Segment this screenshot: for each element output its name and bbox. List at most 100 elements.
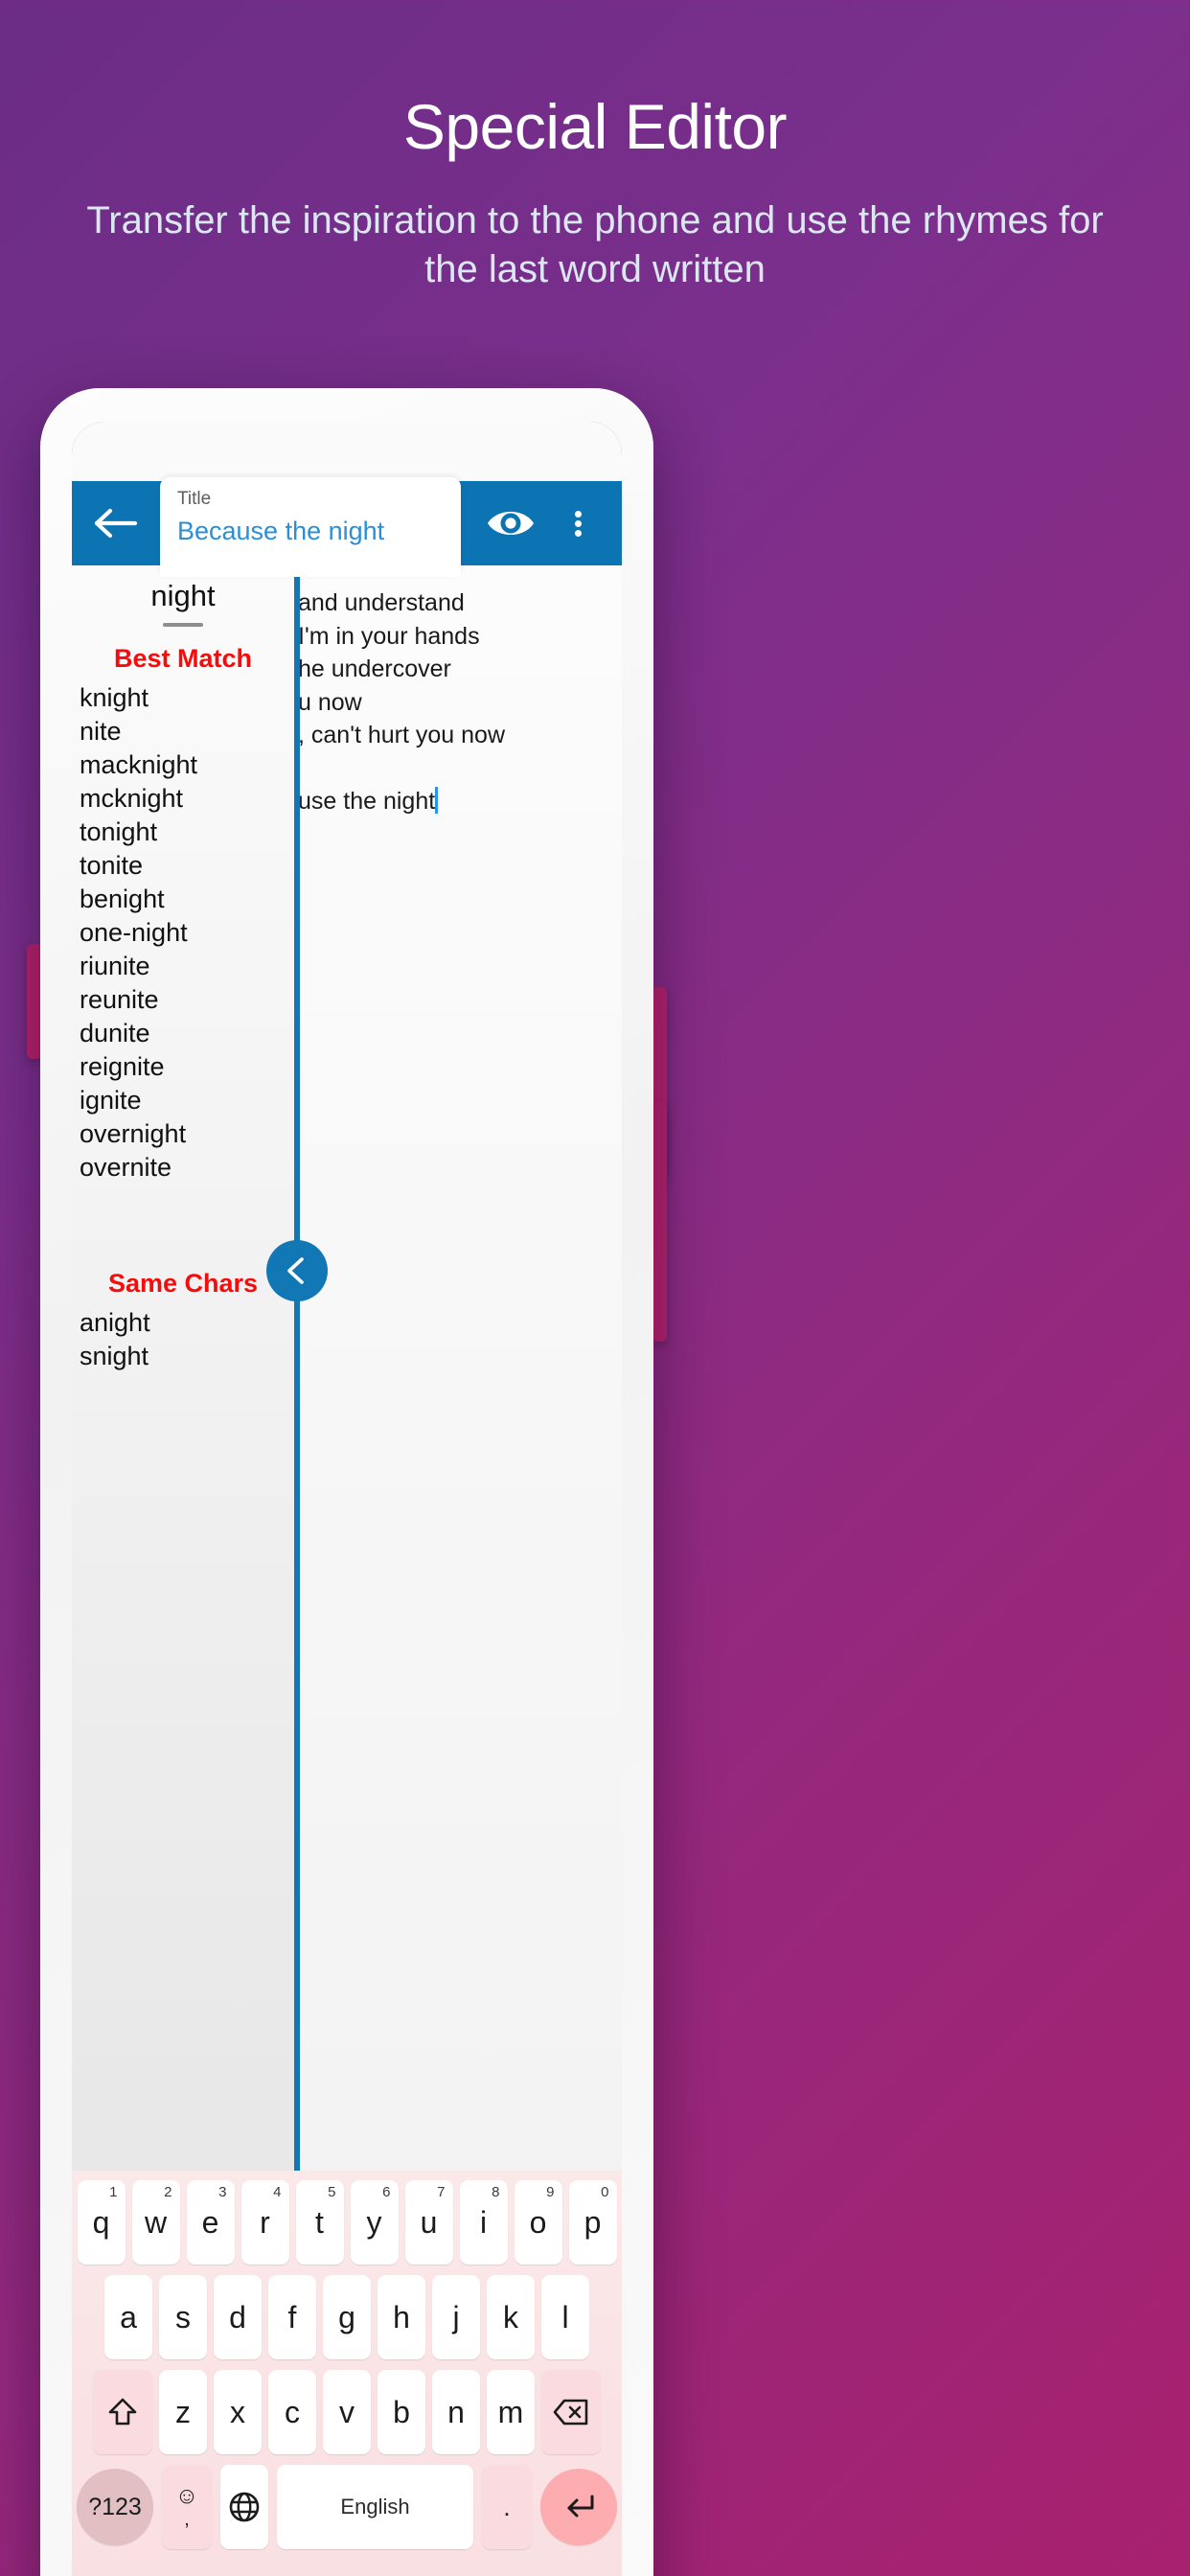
key-d[interactable]: d — [214, 2275, 262, 2359]
key-superscript: 6 — [382, 2184, 391, 2200]
rhyme-list-item[interactable]: mcknight — [72, 782, 294, 816]
key-j[interactable]: j — [432, 2275, 480, 2359]
rhyme-section-heading: Same Chars — [107, 1269, 259, 1298]
app-bar-row: Title Because the night — [72, 477, 622, 577]
period-key[interactable]: . — [482, 2465, 532, 2549]
comma-label: , — [184, 2509, 190, 2530]
key-superscript: 1 — [109, 2184, 118, 2200]
key-z[interactable]: z — [159, 2370, 207, 2454]
overflow-menu-button[interactable] — [547, 493, 608, 554]
language-switch-key[interactable] — [220, 2465, 268, 2549]
phone-frame: Title Because the night and understand I… — [40, 388, 653, 2576]
space-key[interactable]: English — [277, 2465, 473, 2549]
rhyme-list-item[interactable]: tonight — [72, 816, 294, 849]
key-label: q — [92, 2204, 110, 2240]
key-u[interactable]: u7 — [404, 2180, 453, 2265]
key-label: c — [285, 2394, 300, 2429]
key-label: i — [479, 2204, 488, 2240]
rhyme-list-item[interactable]: snight — [72, 1340, 294, 1373]
key-label: r — [260, 2204, 270, 2240]
key-label: s — [175, 2299, 191, 2334]
keyboard-row-4: ?123 ☺ , English . — [77, 2465, 617, 2549]
key-label: x — [230, 2394, 245, 2429]
text-caret — [435, 787, 439, 814]
key-label: o — [529, 2204, 547, 2240]
phone-screen: Title Because the night and understand I… — [72, 422, 622, 2576]
rhyme-list-item[interactable]: overnite — [72, 1151, 294, 1184]
key-f[interactable]: f — [268, 2275, 316, 2359]
collapse-panel-button[interactable] — [266, 1240, 328, 1301]
key-superscript: 8 — [492, 2184, 500, 2200]
key-a[interactable]: a — [104, 2275, 152, 2359]
key-p[interactable]: p0 — [568, 2180, 617, 2265]
rhyme-list-item[interactable]: reignite — [72, 1050, 294, 1084]
backspace-key[interactable] — [541, 2370, 601, 2454]
key-m[interactable]: m — [487, 2370, 535, 2454]
rhyme-list-item[interactable]: anight — [72, 1306, 294, 1340]
key-l[interactable]: l — [541, 2275, 589, 2359]
key-o[interactable]: o9 — [514, 2180, 562, 2265]
preview-button[interactable] — [480, 493, 541, 554]
promo-subtitle: Transfer the inspiration to the phone an… — [86, 198, 1104, 290]
key-label: l — [561, 2299, 569, 2334]
key-b[interactable]: b — [378, 2370, 425, 2454]
phone-side-button-shadow-3 — [652, 1102, 667, 1342]
key-y[interactable]: y6 — [350, 2180, 399, 2265]
key-superscript: 9 — [546, 2184, 555, 2200]
promo-header: Special Editor Transfer the inspiration … — [0, 0, 1190, 294]
key-label: v — [339, 2394, 355, 2429]
rhyme-list-item[interactable]: reunite — [72, 983, 294, 1017]
key-i[interactable]: i8 — [459, 2180, 508, 2265]
key-r[interactable]: r4 — [240, 2180, 289, 2265]
key-v[interactable]: v — [323, 2370, 371, 2454]
rhyme-list-item[interactable]: riunite — [72, 950, 294, 983]
key-label: b — [393, 2394, 410, 2429]
app-bar-notch-cutout — [210, 422, 486, 481]
rhyme-list-item[interactable]: tonite — [72, 849, 294, 883]
key-label: t — [315, 2204, 324, 2240]
globe-icon — [229, 2492, 260, 2522]
chevron-left-icon — [287, 1257, 304, 1284]
key-x[interactable]: x — [214, 2370, 262, 2454]
title-field-value[interactable]: Because the night — [177, 517, 444, 546]
key-label: g — [338, 2299, 355, 2334]
enter-return-icon — [567, 2495, 594, 2518]
emoji-comma-key[interactable]: ☺ , — [162, 2465, 212, 2549]
rhyme-list-item[interactable]: one-night — [72, 916, 294, 950]
key-label: a — [120, 2299, 137, 2334]
rhyme-list-item[interactable]: nite — [72, 715, 294, 748]
key-q[interactable]: q1 — [77, 2180, 126, 2265]
rhyme-list-item[interactable]: benight — [72, 883, 294, 916]
key-label: p — [584, 2204, 602, 2240]
key-h[interactable]: h — [378, 2275, 425, 2359]
key-n[interactable]: n — [432, 2370, 480, 2454]
enter-key[interactable] — [540, 2469, 617, 2545]
key-g[interactable]: g — [323, 2275, 371, 2359]
key-label: f — [287, 2299, 297, 2334]
backspace-icon — [553, 2399, 588, 2426]
numeric-mode-key[interactable]: ?123 — [77, 2469, 153, 2545]
back-button[interactable] — [72, 506, 160, 540]
key-k[interactable]: k — [487, 2275, 535, 2359]
key-c[interactable]: c — [268, 2370, 316, 2454]
rhyme-list-item[interactable]: dunite — [72, 1017, 294, 1050]
rhyme-list-item[interactable]: overnight — [72, 1117, 294, 1151]
emoji-smiley-icon: ☺ — [174, 2483, 199, 2509]
rhyme-list-item[interactable]: knight — [72, 681, 294, 715]
shift-key[interactable] — [93, 2370, 152, 2454]
key-superscript: 3 — [218, 2184, 227, 2200]
key-s[interactable]: s — [159, 2275, 207, 2359]
rhyme-list-item[interactable]: ignite — [72, 1084, 294, 1117]
key-label: u — [420, 2204, 438, 2240]
key-label: d — [229, 2299, 246, 2334]
key-superscript: 4 — [273, 2184, 282, 2200]
shift-up-icon — [108, 2398, 137, 2426]
title-field-label: Title — [177, 489, 212, 509]
title-field[interactable]: Title Because the night — [160, 477, 461, 577]
keyboard-row-3: z x c v b nm — [77, 2370, 617, 2454]
rhyme-list-item[interactable]: macknight — [72, 748, 294, 782]
key-t[interactable]: t5 — [295, 2180, 344, 2265]
key-w[interactable]: w2 — [131, 2180, 180, 2265]
key-e[interactable]: e3 — [186, 2180, 235, 2265]
